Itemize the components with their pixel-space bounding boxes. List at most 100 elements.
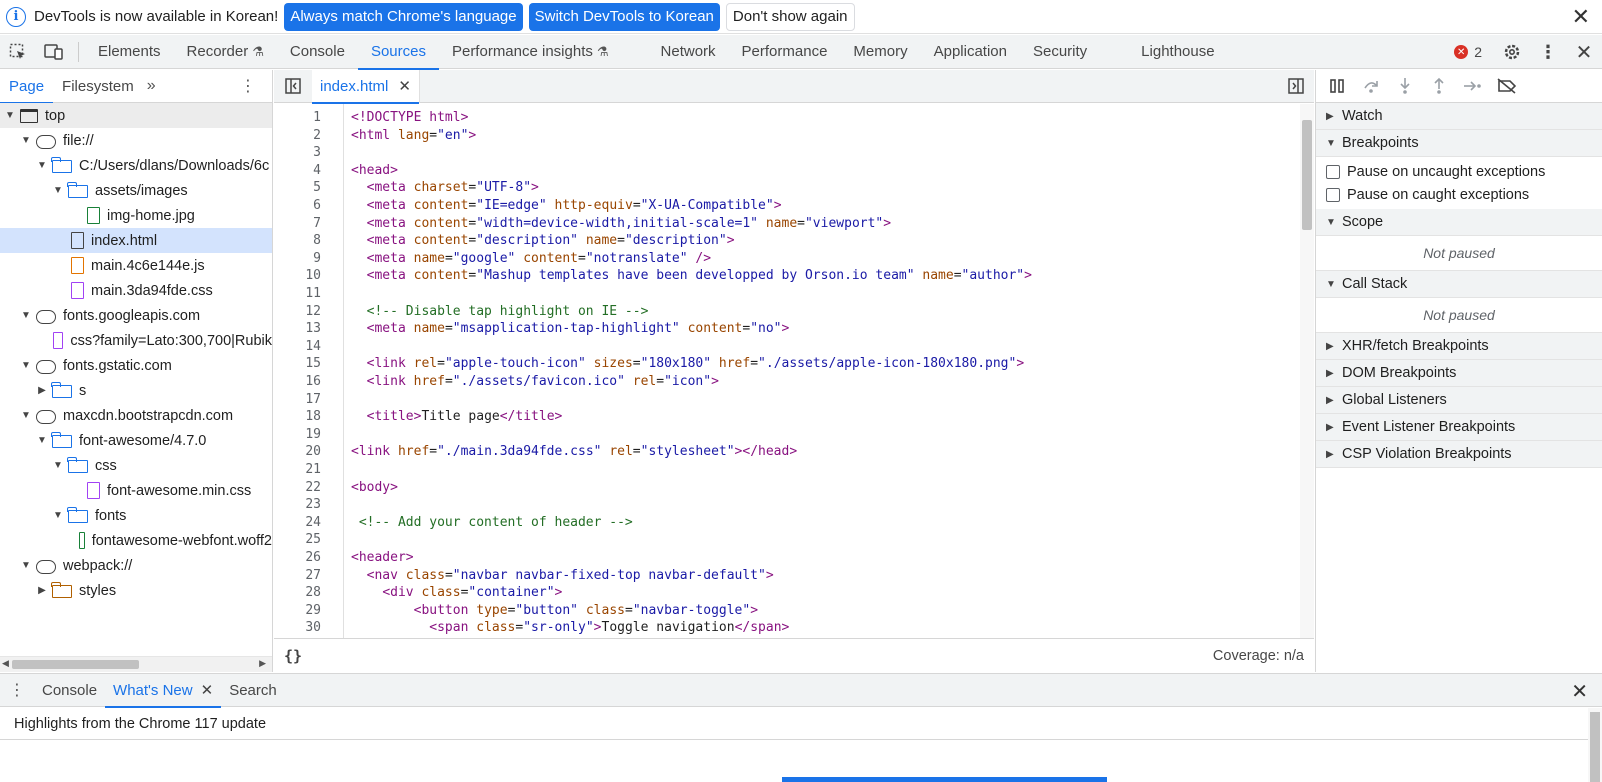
dom-breakpoints-header[interactable]: ▶ DOM Breakpoints (1316, 360, 1602, 387)
dont-show-again-button[interactable]: Don't show again (725, 2, 855, 31)
toggle-debugger-icon[interactable] (1288, 78, 1304, 97)
tree-item[interactable]: ▼ webpack:// (0, 553, 272, 578)
editor-tab-index-html[interactable]: index.html ✕ (312, 69, 420, 104)
collapse-arrow-icon[interactable]: ▼ (20, 310, 32, 321)
step-into-icon[interactable] (1388, 70, 1422, 103)
tree-item[interactable]: index.html (0, 228, 272, 253)
tab-console[interactable]: Console (277, 35, 358, 69)
collapse-arrow-icon[interactable]: ▼ (52, 185, 64, 196)
step-over-icon[interactable] (1354, 70, 1388, 103)
settings-gear-icon[interactable] (1494, 35, 1530, 69)
code-view[interactable]: 1 <!DOCTYPE html> 2 <html lang="en"> 3 4 <head… (274, 104, 1314, 638)
line-number[interactable]: 25 (274, 531, 321, 549)
tab-network[interactable]: Network (648, 35, 729, 69)
line-number[interactable]: 27 (274, 567, 321, 585)
pause-uncaught-row[interactable]: Pause on uncaught exceptions (1316, 160, 1602, 183)
collapse-arrow-icon[interactable]: ▼ (20, 135, 32, 146)
line-number[interactable]: 5 (274, 179, 321, 197)
watch-section-header[interactable]: ▶ Watch (1316, 103, 1602, 130)
collapse-arrow-icon[interactable]: ▼ (4, 110, 16, 121)
drawer-tab-search[interactable]: Search (221, 673, 285, 707)
more-options-icon[interactable]: ⋮ (1530, 35, 1566, 69)
drawer-tab-whats-new[interactable]: What's New ✕ (105, 673, 222, 708)
navigator-horizontal-scrollbar[interactable]: ◀ ▶ (0, 656, 272, 672)
scrollbar-thumb[interactable] (12, 660, 139, 669)
toggle-navigator-icon[interactable] (274, 78, 312, 94)
pause-caught-row[interactable]: Pause on caught exceptions (1316, 183, 1602, 206)
tree-item[interactable]: ▼ font-awesome/4.7.0 (0, 428, 272, 453)
close-infobar-icon[interactable]: ✕ (1572, 4, 1590, 30)
line-number[interactable]: 20 (274, 443, 321, 461)
drawer-menu-icon[interactable]: ⋮ (0, 680, 34, 700)
tab-lighthouse[interactable]: Lighthouse (1128, 35, 1227, 69)
line-number[interactable]: 30 (274, 619, 321, 637)
line-number[interactable]: 29 (274, 602, 321, 620)
collapse-arrow-icon[interactable]: ▼ (36, 435, 48, 446)
more-tabs-chevron-icon[interactable]: » (147, 77, 156, 95)
line-number[interactable]: 15 (274, 355, 321, 373)
line-number[interactable]: 18 (274, 408, 321, 426)
collapse-arrow-icon[interactable]: ▼ (52, 460, 64, 471)
tree-item[interactable]: ▼ fonts (0, 503, 272, 528)
tree-item[interactable]: fontawesome-webfont.woff2 (0, 528, 272, 553)
collapse-arrow-icon[interactable]: ▼ (20, 360, 32, 371)
step-icon[interactable] (1456, 70, 1490, 103)
close-drawer-icon[interactable]: ✕ (1571, 679, 1588, 704)
tab-memory[interactable]: Memory (840, 35, 920, 69)
scrollbar-thumb[interactable] (1302, 120, 1312, 230)
scrollbar-thumb[interactable] (1590, 712, 1600, 782)
tree-item[interactable]: main.4c6e144e.js (0, 253, 272, 278)
line-number[interactable]: 23 (274, 496, 321, 514)
tab-application[interactable]: Application (921, 35, 1020, 69)
tree-item[interactable]: font-awesome.min.css (0, 478, 272, 503)
expand-arrow-icon[interactable]: ▶ (36, 385, 48, 396)
tree-item[interactable]: ▼ fonts.gstatic.com (0, 353, 272, 378)
tree-item[interactable]: ▼ assets/images (0, 178, 272, 203)
scroll-left-arrow-icon[interactable]: ◀ (2, 658, 9, 669)
line-number[interactable]: 14 (274, 338, 321, 356)
line-number[interactable]: 7 (274, 215, 321, 233)
pause-caught-checkbox[interactable] (1326, 187, 1340, 202)
line-number[interactable]: 19 (274, 426, 321, 444)
global-listeners-header[interactable]: ▶ Global Listeners (1316, 387, 1602, 414)
xhr-breakpoints-header[interactable]: ▶ XHR/fetch Breakpoints (1316, 333, 1602, 360)
drawer-vertical-scrollbar[interactable] (1588, 708, 1602, 782)
tree-item[interactable]: css?family=Lato:300,700|Rubik (0, 328, 272, 353)
line-number[interactable]: 4 (274, 162, 321, 180)
step-out-icon[interactable] (1422, 70, 1456, 103)
collapse-arrow-icon[interactable]: ▼ (36, 160, 48, 171)
close-tab-icon[interactable]: ✕ (398, 77, 411, 95)
line-number[interactable]: 2 (274, 127, 321, 145)
expand-arrow-icon[interactable]: ▶ (36, 585, 48, 596)
tree-item[interactable]: ▼ C:/Users/dlans/Downloads/6c (0, 153, 272, 178)
tree-item[interactable]: img-home.jpg (0, 203, 272, 228)
tree-item[interactable]: ▶ styles (0, 578, 272, 603)
line-number[interactable]: 13 (274, 320, 321, 338)
line-number[interactable]: 1 (274, 109, 321, 127)
line-number[interactable]: 8 (274, 232, 321, 250)
tab-recorder[interactable]: Recorder ⚗ (174, 35, 277, 69)
collapse-arrow-icon[interactable]: ▼ (52, 510, 64, 521)
pretty-print-icon[interactable]: {} (284, 647, 302, 665)
always-match-language-button[interactable]: Always match Chrome's language (284, 2, 523, 31)
callstack-section-header[interactable]: ▼ Call Stack (1316, 271, 1602, 298)
csp-violation-breakpoints-header[interactable]: ▶ CSP Violation Breakpoints (1316, 441, 1602, 468)
line-number[interactable]: 11 (274, 285, 321, 303)
device-toolbar-icon[interactable] (36, 35, 72, 69)
line-number[interactable]: 9 (274, 250, 321, 268)
line-number[interactable]: 16 (274, 373, 321, 391)
tree-item[interactable]: ▼ file:// (0, 128, 272, 153)
tab-sources[interactable]: Sources (357, 35, 439, 70)
tab-elements[interactable]: Elements (85, 35, 174, 69)
pause-script-icon[interactable] (1320, 70, 1354, 103)
line-number[interactable]: 21 (274, 461, 321, 479)
scroll-right-arrow-icon[interactable]: ▶ (259, 658, 266, 669)
line-number[interactable]: 10 (274, 267, 321, 285)
tree-item[interactable]: ▼ css (0, 453, 272, 478)
event-listener-breakpoints-header[interactable]: ▶ Event Listener Breakpoints (1316, 414, 1602, 441)
pause-uncaught-checkbox[interactable] (1326, 164, 1340, 179)
navigator-menu-icon[interactable]: ⋮ (240, 76, 256, 96)
tab-performance-insights[interactable]: Performance insights ⚗ (439, 35, 622, 69)
close-tab-icon[interactable]: ✕ (201, 681, 214, 699)
scope-section-header[interactable]: ▼ Scope (1316, 209, 1602, 236)
